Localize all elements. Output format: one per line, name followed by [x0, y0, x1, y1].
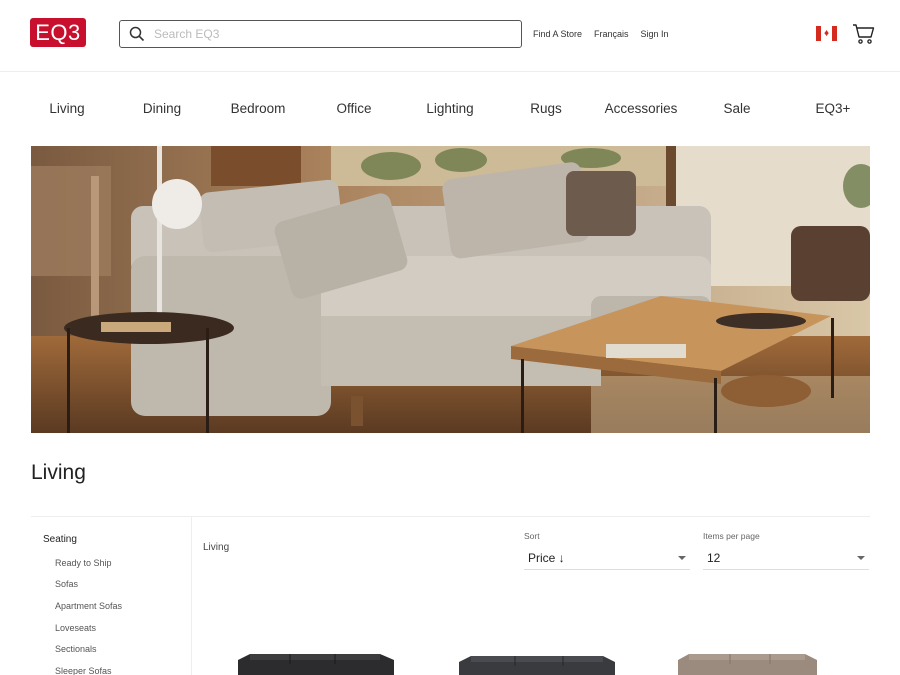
nav-item-dining[interactable]: Dining — [143, 101, 181, 116]
nav-item-rugs[interactable]: Rugs — [530, 101, 562, 116]
items-per-page-select[interactable]: 12 — [703, 546, 869, 570]
sidebar-item-loveseats[interactable]: Loveseats — [55, 623, 96, 633]
items-per-page-label: Items per page — [703, 531, 760, 541]
chevron-down-icon — [857, 556, 865, 560]
canada-flag-icon[interactable]: ♦ — [816, 26, 837, 41]
nav-item-eq3-plus[interactable]: EQ3+ — [816, 101, 851, 116]
page-title: Living — [31, 461, 86, 484]
category-nav: Living Dining Bedroom Office Lighting Ru… — [0, 72, 900, 144]
items-per-page-value: 12 — [707, 550, 721, 565]
sidebar-item-sleeper-sofas[interactable]: Sleeper Sofas — [55, 666, 112, 675]
nav-item-lighting[interactable]: Lighting — [426, 101, 473, 116]
site-header: EQ3 Find A Store Français Sign In ♦ — [0, 0, 900, 72]
filter-sidebar: Seating Ready to Ship Sofas Apartment So… — [31, 517, 192, 675]
product-image[interactable] — [230, 650, 398, 675]
sidebar-item-apartment-sofas[interactable]: Apartment Sofas — [55, 601, 122, 611]
francais-link[interactable]: Français — [594, 29, 629, 39]
sidebar-item-ready-to-ship[interactable]: Ready to Ship — [55, 558, 112, 568]
eq3-logo[interactable]: EQ3 — [30, 18, 86, 47]
nav-item-office[interactable]: Office — [336, 101, 371, 116]
sidebar-item-sectionals[interactable]: Sectionals — [55, 644, 97, 654]
search-bar[interactable] — [119, 20, 522, 48]
search-input[interactable] — [154, 27, 514, 41]
sign-in-link[interactable]: Sign In — [641, 29, 669, 39]
cart-icon[interactable] — [852, 22, 876, 46]
sidebar-heading-seating[interactable]: Seating — [43, 534, 77, 545]
nav-item-sale[interactable]: Sale — [723, 101, 750, 116]
sort-value: Price ↓ — [528, 550, 565, 565]
utility-links: Find A Store Français Sign In — [533, 29, 681, 39]
search-icon[interactable] — [120, 20, 154, 48]
nav-item-bedroom[interactable]: Bedroom — [231, 101, 286, 116]
nav-item-living[interactable]: Living — [49, 101, 84, 116]
sidebar-item-sofas[interactable]: Sofas — [55, 579, 78, 589]
sort-label: Sort — [524, 531, 540, 541]
breadcrumb[interactable]: Living — [203, 542, 229, 553]
find-a-store-link[interactable]: Find A Store — [533, 29, 582, 39]
product-image[interactable] — [675, 650, 820, 675]
chevron-down-icon — [678, 556, 686, 560]
product-image[interactable] — [455, 650, 617, 675]
hero-image — [31, 146, 870, 433]
sort-select[interactable]: Price ↓ — [524, 546, 690, 570]
nav-item-accessories[interactable]: Accessories — [605, 101, 678, 116]
